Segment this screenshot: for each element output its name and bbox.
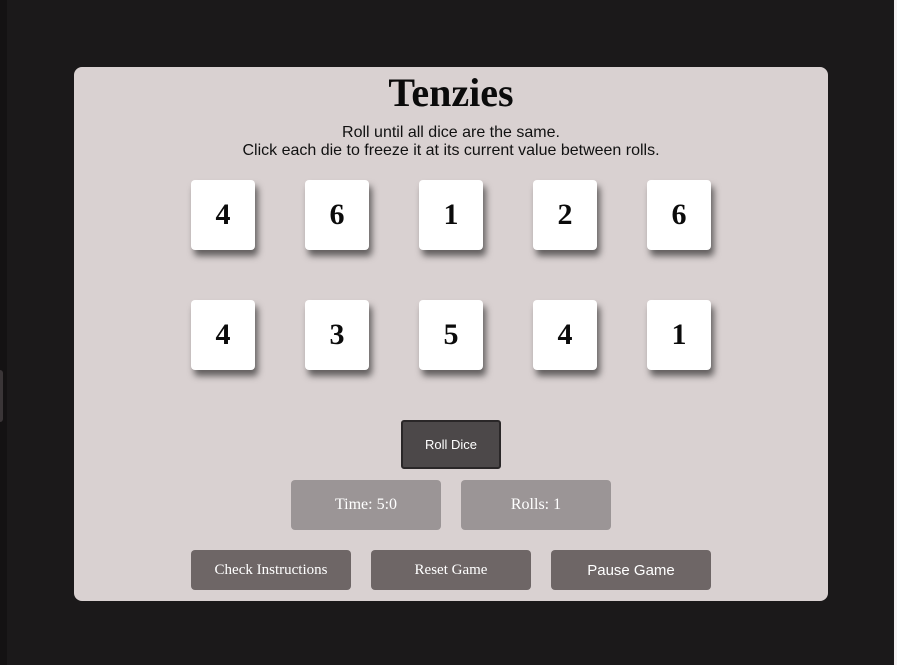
die-10[interactable]: 1 [647, 300, 711, 370]
die-7[interactable]: 3 [305, 300, 369, 370]
die-3[interactable]: 1 [419, 180, 483, 250]
pause-game-button[interactable]: Pause Game [551, 550, 711, 590]
die-6[interactable]: 4 [191, 300, 255, 370]
side-panel-handle[interactable] [0, 370, 3, 422]
instructions-line-2: Click each die to freeze it at its curre… [242, 142, 660, 159]
die-1[interactable]: 4 [191, 180, 255, 250]
die-4[interactable]: 2 [533, 180, 597, 250]
instructions-line-1: Roll until all dice are the same. [342, 124, 560, 141]
left-window-edge [0, 0, 7, 665]
check-instructions-button[interactable]: Check Instructions [191, 550, 351, 590]
time-display: Time: 5:0 [291, 480, 441, 530]
die-8[interactable]: 5 [419, 300, 483, 370]
rolls-counter: Rolls: 1 [461, 480, 611, 530]
game-title: Tenzies [388, 70, 514, 115]
die-9[interactable]: 4 [533, 300, 597, 370]
reset-game-button[interactable]: Reset Game [371, 550, 531, 590]
game-board: Tenzies Roll until all dice are the same… [74, 67, 828, 601]
roll-dice-button[interactable]: Roll Dice [401, 420, 501, 469]
die-2[interactable]: 6 [305, 180, 369, 250]
die-5[interactable]: 6 [647, 180, 711, 250]
